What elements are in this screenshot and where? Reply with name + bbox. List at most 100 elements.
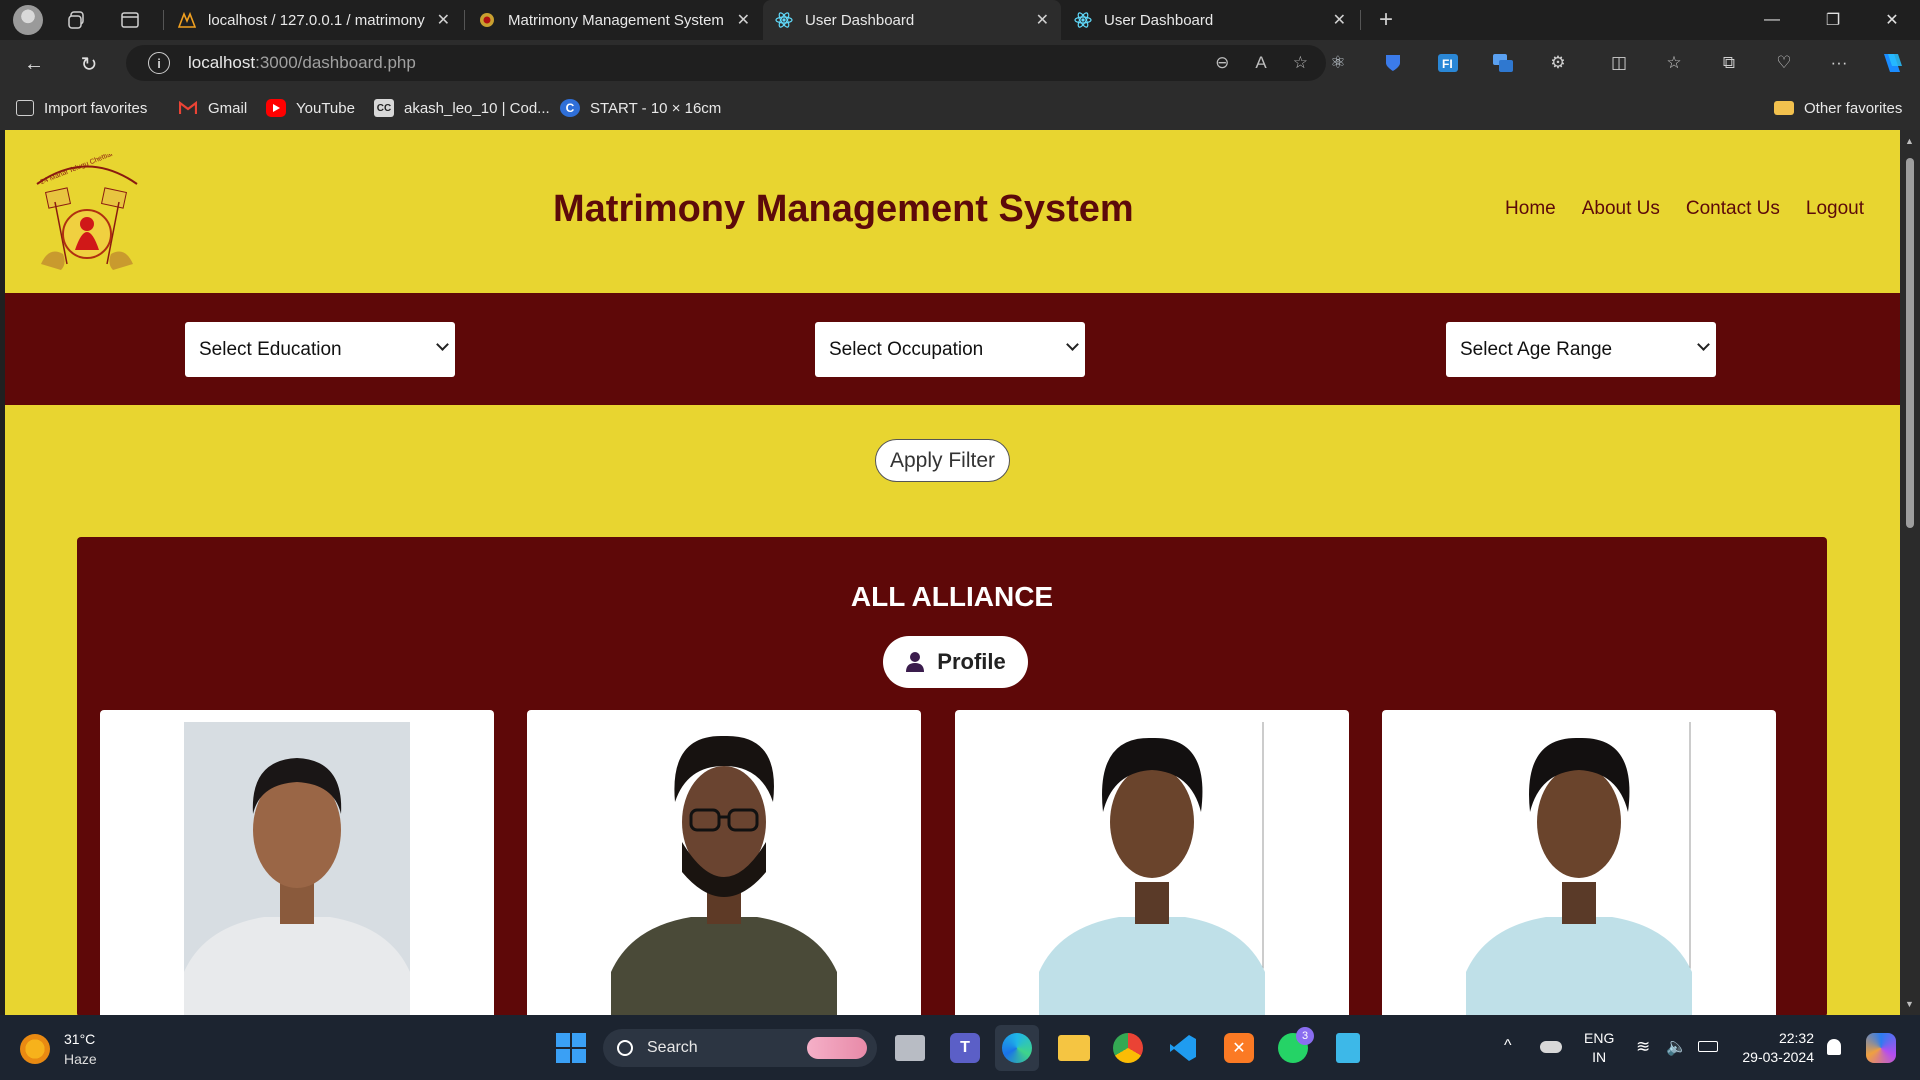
show-hidden-icons[interactable]: ^	[1504, 1037, 1512, 1055]
tab-title: Matrimony Management System	[508, 11, 724, 29]
scrollbar-thumb[interactable]	[1906, 158, 1914, 528]
file-explorer-icon[interactable]	[1058, 1035, 1090, 1061]
battery-icon[interactable]	[1698, 1041, 1718, 1052]
split-screen-icon[interactable]: ◫	[1604, 49, 1634, 77]
restore-icon[interactable]: ❐	[1805, 0, 1861, 40]
minimize-icon[interactable]: —	[1744, 0, 1800, 40]
favorite-codechef[interactable]: CC akash_leo_10 | Cod...	[374, 86, 550, 130]
tab-title: localhost / 127.0.0.1 / matrimony	[208, 11, 425, 29]
vertical-tabs-icon[interactable]	[110, 4, 150, 36]
favorite-gmail[interactable]: Gmail	[178, 86, 247, 130]
svg-text:24 Manai Telugu Chettiar Commu: 24 Manai Telugu Chettiar Community	[40, 154, 147, 186]
profile-card[interactable]	[527, 710, 921, 1015]
volume-icon[interactable]: 🔈	[1666, 1037, 1687, 1057]
nav-contact-us[interactable]: Contact Us	[1686, 198, 1780, 220]
weather-temp: 31°C	[64, 1031, 96, 1047]
chevron-down-icon	[1066, 338, 1079, 351]
favorite-star-icon[interactable]: ☆	[1293, 53, 1308, 73]
refresh-icon[interactable]: ↻	[72, 47, 106, 81]
other-favorites[interactable]: Other favorites	[1774, 86, 1902, 130]
favorite-import[interactable]: Import favorites	[16, 86, 147, 130]
copilot-icon[interactable]	[1877, 49, 1907, 77]
favorite-label: START - 10 × 16cm	[590, 99, 722, 117]
occupation-select-value: Select Occupation	[829, 338, 984, 360]
profile-card[interactable]	[1382, 710, 1776, 1015]
notification-bell-icon[interactable]	[1827, 1039, 1841, 1055]
profile-card[interactable]	[955, 710, 1349, 1015]
site-info-icon[interactable]: i	[148, 52, 170, 74]
url-text[interactable]: localhost:3000/dashboard.php	[188, 53, 416, 73]
scroll-down-icon[interactable]: ▼	[1905, 999, 1914, 1009]
nav-logout[interactable]: Logout	[1806, 198, 1864, 220]
close-icon[interactable]: ✕	[737, 10, 750, 30]
browser-essentials-icon[interactable]: ♡	[1769, 49, 1799, 77]
read-aloud-icon[interactable]: A	[1255, 53, 1266, 73]
edge-icon[interactable]	[995, 1025, 1039, 1071]
workspaces-icon[interactable]	[57, 4, 97, 36]
chrome-icon[interactable]	[1113, 1033, 1143, 1063]
font-extension-icon[interactable]: FI	[1433, 49, 1463, 77]
profile-photo[interactable]	[1466, 722, 1692, 1015]
profile-card[interactable]	[100, 710, 494, 1015]
zoom-icon[interactable]: ⊖	[1215, 53, 1229, 73]
xampp-icon[interactable]: ✕	[1224, 1033, 1254, 1063]
whatsapp-badge: 3	[1296, 1027, 1314, 1045]
weather-widget[interactable]: 31°C Haze	[20, 1029, 97, 1069]
profile-button[interactable]: Profile	[883, 636, 1028, 688]
tab-title: User Dashboard	[805, 11, 915, 29]
close-icon[interactable]: ✕	[1333, 10, 1346, 30]
vscode-icon[interactable]	[1168, 1033, 1198, 1063]
tab-phpmyadmin[interactable]: localhost / 127.0.0.1 / matrimony ✕	[166, 0, 462, 40]
screen-capture-icon[interactable]	[1488, 49, 1518, 77]
nav-about-us[interactable]: About Us	[1582, 198, 1660, 220]
site-header: 24 Manai Telugu Chettiar Community Matri…	[5, 130, 1900, 293]
close-window-icon[interactable]: ✕	[1864, 0, 1920, 40]
svg-text:FI: FI	[1442, 57, 1453, 71]
new-tab-icon[interactable]: +	[1366, 4, 1406, 36]
education-select[interactable]: Select Education	[185, 322, 455, 377]
profile-avatar[interactable]	[13, 5, 43, 35]
age-range-select[interactable]: Select Age Range	[1446, 322, 1716, 377]
favorite-canva[interactable]: C START - 10 × 16cm	[560, 86, 721, 130]
notepad-icon[interactable]	[1336, 1033, 1360, 1063]
wifi-icon[interactable]: ≋	[1636, 1037, 1650, 1057]
react-devtools-icon[interactable]: ⚛	[1323, 49, 1353, 77]
tab-user-dashboard[interactable]: User Dashboard ✕	[1062, 0, 1358, 40]
clock[interactable]: 22:32 29-03-2024	[1734, 1029, 1814, 1067]
taskbar-search[interactable]: Search	[603, 1029, 877, 1067]
tab-user-dashboard-active[interactable]: User Dashboard ✕	[763, 0, 1061, 40]
nav-home[interactable]: Home	[1505, 198, 1556, 220]
profile-photo[interactable]	[611, 722, 837, 1015]
tab-matrimony-system[interactable]: Matrimony Management System ✕	[466, 0, 762, 40]
gmail-icon	[178, 99, 198, 117]
chevron-down-icon	[436, 338, 449, 351]
apply-filter-button[interactable]: Apply Filter	[875, 439, 1010, 482]
teams-icon[interactable]: T	[950, 1033, 980, 1063]
close-icon[interactable]: ✕	[437, 10, 450, 30]
close-icon[interactable]: ✕	[1036, 10, 1049, 30]
address-bar[interactable]: i localhost:3000/dashboard.php ⊖ A ☆	[126, 45, 1326, 81]
favorite-label: Import favorites	[44, 99, 148, 117]
more-menu-icon[interactable]: ···	[1824, 49, 1854, 77]
url-path: :3000/dashboard.php	[255, 53, 416, 72]
onedrive-icon[interactable]	[1540, 1041, 1562, 1053]
profile-photo[interactable]	[1039, 722, 1265, 1015]
search-icon	[617, 1040, 633, 1056]
scroll-up-icon[interactable]: ▲	[1905, 136, 1914, 146]
canva-icon: C	[560, 99, 580, 117]
language-indicator[interactable]: ENG IN	[1584, 1029, 1614, 1067]
favorite-youtube[interactable]: YouTube	[266, 86, 355, 130]
bitwarden-icon[interactable]	[1378, 49, 1408, 77]
copilot-taskbar-icon[interactable]	[1866, 1033, 1896, 1063]
back-icon[interactable]: ←	[17, 47, 51, 81]
profile-photo[interactable]	[184, 722, 410, 1015]
all-alliance-section: ALL ALLIANCE Profile	[77, 537, 1827, 1015]
favorites-icon[interactable]: ☆	[1659, 49, 1689, 77]
taskview-icon[interactable]	[895, 1035, 925, 1061]
collections-icon[interactable]: ⧉	[1714, 49, 1744, 77]
start-button[interactable]	[556, 1033, 586, 1063]
occupation-select[interactable]: Select Occupation	[815, 322, 1085, 377]
section-title: ALL ALLIANCE	[850, 581, 1054, 612]
page-scrollbar[interactable]: ▲ ▼	[1900, 130, 1920, 1015]
extensions-icon[interactable]: ⚙	[1543, 49, 1573, 77]
